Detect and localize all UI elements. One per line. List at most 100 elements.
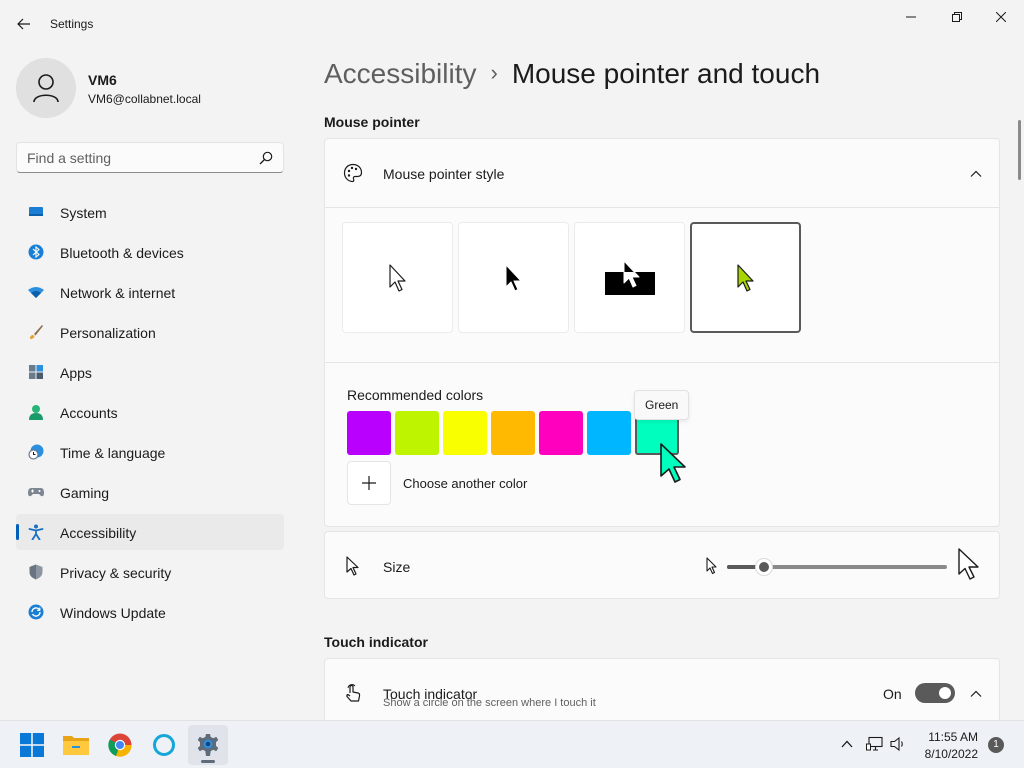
- taskbar-cortana[interactable]: [144, 725, 184, 765]
- sidebar-item-windows-update[interactable]: Windows Update: [16, 594, 284, 630]
- volume-icon: [890, 736, 903, 752]
- pointer-style-inverted[interactable]: [574, 222, 685, 333]
- chevron-up-icon[interactable]: [969, 687, 983, 701]
- taskbar-chrome[interactable]: [100, 725, 140, 765]
- gamepad-icon: [28, 488, 44, 497]
- sidebar-item-accessibility[interactable]: Accessibility: [16, 514, 284, 550]
- color-swatch-yellow[interactable]: [443, 411, 487, 455]
- choose-another-color-button[interactable]: [347, 461, 391, 505]
- large-pointer-icon: [958, 548, 979, 580]
- touch-indicator-toggle[interactable]: [915, 683, 955, 703]
- custom-color-pointer-icon: [736, 263, 754, 292]
- divider: [325, 362, 999, 363]
- recommended-colors-label: Recommended colors: [347, 387, 484, 403]
- sidebar-item-network[interactable]: Network & internet: [16, 274, 284, 310]
- close-icon: [996, 12, 1006, 22]
- color-swatch-gold[interactable]: [491, 411, 535, 455]
- sidebar-nav: System Bluetooth & devices Network & int…: [16, 194, 284, 634]
- apps-icon: [29, 365, 43, 379]
- sidebar-item-label: Network & internet: [60, 285, 176, 301]
- taskbar-settings[interactable]: [188, 725, 228, 765]
- plus-icon: [362, 476, 376, 490]
- mouse-cursor-icon: [660, 443, 686, 483]
- mouse-pointer-style-label: Mouse pointer style: [383, 166, 505, 182]
- notification-badge[interactable]: 1: [988, 737, 1004, 753]
- sidebar-item-system[interactable]: System: [16, 194, 284, 230]
- taskbar: 11:55 AM 8/10/2022 1: [0, 720, 1024, 768]
- chevron-up-icon: [841, 740, 853, 748]
- sidebar-item-label: Windows Update: [60, 605, 166, 621]
- chrome-icon: [108, 733, 132, 757]
- app-title: Settings: [50, 17, 94, 31]
- sidebar-item-time-language[interactable]: Time & language: [16, 434, 284, 470]
- pointer-style-white[interactable]: [342, 222, 453, 333]
- color-swatch-purple[interactable]: [347, 411, 391, 455]
- color-swatch-lime[interactable]: [395, 411, 439, 455]
- restore-icon: [952, 12, 962, 22]
- white-pointer-icon: [388, 263, 406, 292]
- pointer-style-black[interactable]: [458, 222, 569, 333]
- pointer-size-slider[interactable]: [727, 558, 947, 576]
- touch-indicator-description: Show a circle on the screen where I touc…: [383, 697, 596, 709]
- divider: [325, 207, 999, 208]
- touch-indicator-section-title: Touch indicator: [324, 634, 428, 650]
- sidebar-item-privacy-security[interactable]: Privacy & security: [16, 554, 284, 590]
- title-bar: Settings: [0, 0, 1024, 48]
- slider-thumb[interactable]: [755, 558, 774, 576]
- update-icon: [28, 604, 44, 620]
- accessibility-icon: [28, 524, 44, 540]
- volume-tray-button[interactable]: [890, 735, 908, 753]
- sidebar-item-accounts[interactable]: Accounts: [16, 394, 284, 430]
- touch-icon: [346, 684, 361, 702]
- user-name: VM6: [88, 72, 117, 88]
- mouse-pointer-style-header[interactable]: Mouse pointer style: [325, 139, 999, 207]
- choose-another-color-label: Choose another color: [403, 476, 528, 491]
- accounts-icon: [29, 405, 43, 420]
- show-hidden-icons-button[interactable]: [838, 735, 856, 753]
- scrollbar[interactable]: [1018, 120, 1021, 180]
- clock-date: 8/10/2022: [924, 747, 978, 761]
- brush-icon: [30, 325, 43, 339]
- taskbar-file-explorer[interactable]: [56, 725, 96, 765]
- inverted-pointer-icon: [604, 260, 655, 295]
- minimize-icon: [906, 16, 916, 18]
- color-swatch-pink[interactable]: [539, 411, 583, 455]
- sidebar-item-label: Bluetooth & devices: [60, 245, 184, 261]
- maximize-button[interactable]: [934, 0, 980, 34]
- minimize-button[interactable]: [888, 0, 934, 34]
- pointer-size-card: Size: [324, 531, 1000, 599]
- cortana-icon: [153, 734, 175, 756]
- search-box[interactable]: [16, 142, 284, 173]
- sidebar-item-label: System: [60, 205, 107, 221]
- mouse-pointer-section-title: Mouse pointer: [324, 114, 420, 130]
- black-pointer-icon: [505, 264, 521, 291]
- sidebar-item-gaming[interactable]: Gaming: [16, 474, 284, 510]
- breadcrumb-parent[interactable]: Accessibility: [324, 58, 476, 89]
- sidebar-item-label: Accessibility: [60, 525, 137, 541]
- page-title: Mouse pointer and touch: [511, 58, 821, 89]
- clock-globe-icon: [28, 444, 44, 460]
- gear-icon: [197, 734, 219, 756]
- network-tray-button[interactable]: [866, 735, 884, 753]
- person-icon: [33, 74, 59, 103]
- sidebar-item-apps[interactable]: Apps: [16, 354, 284, 390]
- sidebar-item-label: Time & language: [60, 445, 166, 461]
- toggle-state-label: On: [883, 686, 902, 702]
- breadcrumb: Accessibility › Mouse pointer and touch: [324, 58, 820, 90]
- search-icon[interactable]: [259, 151, 273, 165]
- close-button[interactable]: [978, 0, 1024, 34]
- color-swatch-turquoise[interactable]: [587, 411, 631, 455]
- sidebar-item-label: Apps: [60, 365, 92, 381]
- sidebar-item-personalization[interactable]: Personalization: [16, 314, 284, 350]
- shield-icon: [29, 564, 43, 580]
- search-input[interactable]: [27, 149, 247, 167]
- back-button[interactable]: [10, 10, 38, 38]
- sidebar-item-bluetooth[interactable]: Bluetooth & devices: [16, 234, 284, 270]
- pointer-style-custom[interactable]: [690, 222, 801, 333]
- sidebar-item-label: Privacy & security: [60, 565, 172, 581]
- sidebar-item-label: Personalization: [60, 325, 156, 341]
- chevron-up-icon[interactable]: [969, 167, 983, 181]
- start-button[interactable]: [12, 725, 52, 765]
- pointer-icon: [346, 556, 359, 576]
- color-tooltip: Green: [634, 390, 690, 420]
